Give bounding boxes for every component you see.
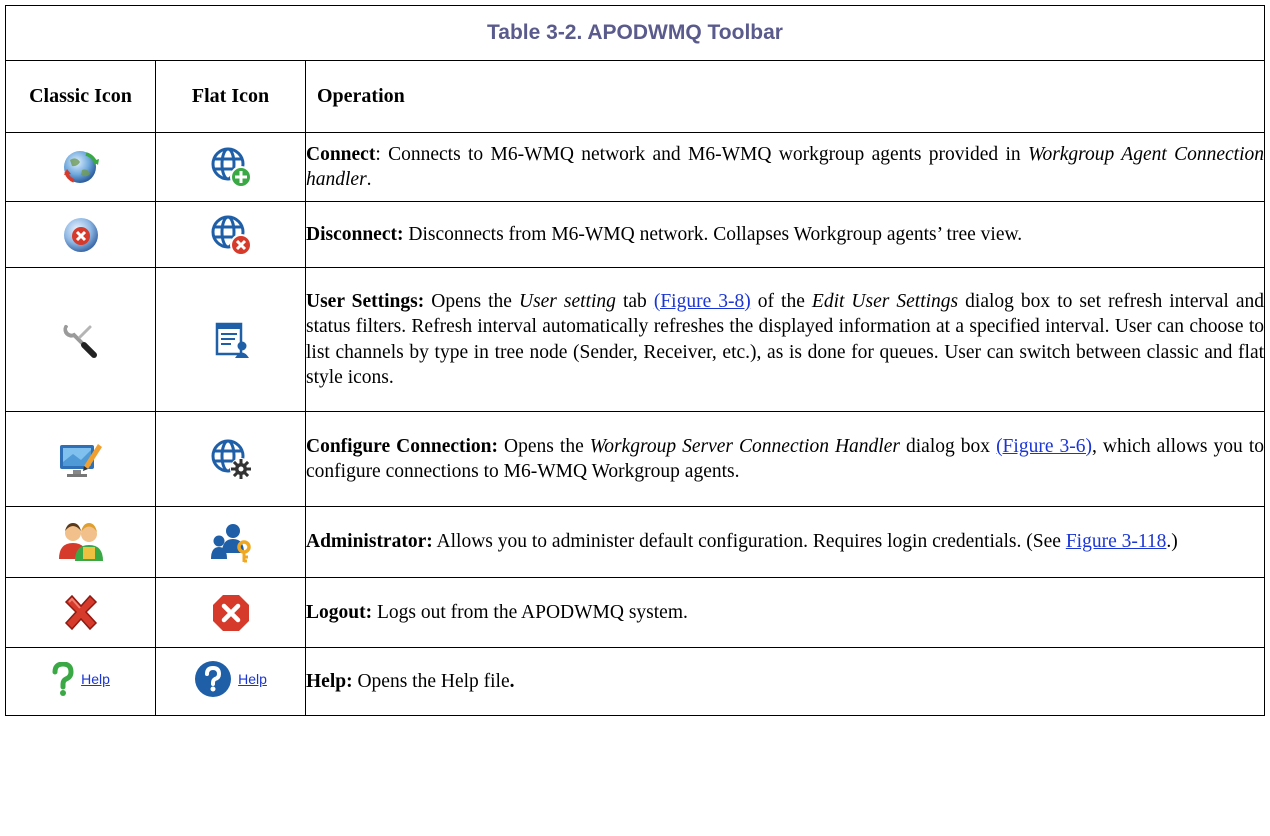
users-key-icon (210, 524, 251, 563)
operation-text: of the (750, 290, 812, 312)
classic-help-button[interactable]: Help (51, 662, 110, 696)
monitor-edit-icon (59, 444, 102, 477)
operation-cell: Disconnect: Disconnects from M6-WMQ netw… (304, 201, 1266, 268)
flat-icon-cell (155, 577, 306, 648)
operation-name: Logout: (306, 601, 373, 623)
figure-link[interactable]: Figure 3-118 (1066, 531, 1167, 552)
classic-icon-cell (5, 411, 156, 507)
table-row: Administrator: Allows you to administer … (5, 506, 1266, 578)
operation-text: Opens the (424, 290, 519, 312)
table-title: Table 3-2. APODWMQ Toolbar (487, 21, 783, 44)
operation-italic: Edit User Settings (811, 290, 959, 312)
flat-icon-cell (155, 201, 306, 268)
table-row: Help Help Help: Opens the Help file. (5, 647, 1266, 716)
question-circle-icon (195, 661, 232, 697)
header-classic-icon: Classic Icon (5, 60, 156, 133)
operation-text: Disconnects from M6-WMQ network. Collaps… (403, 223, 1023, 245)
user-settings-icon (215, 322, 249, 358)
figure-link[interactable]: (Figure 3-8) (654, 291, 751, 312)
operation-name: Configure Connection: (306, 435, 499, 457)
table-row: Configure Connection: Opens the Workgrou… (5, 411, 1266, 507)
operation-text: Logs out from the APODWMQ system. (372, 601, 688, 623)
operation-text: Connects to M6-WMQ network and M6-WMQ wo… (380, 143, 1028, 165)
question-icon (52, 662, 74, 696)
classic-icon-cell: Help (5, 647, 156, 716)
operation-cell: Administrator: Allows you to administer … (304, 506, 1266, 578)
classic-icon-cell (5, 132, 156, 202)
operation-cell: Connect: Connects to M6-WMQ network and … (304, 132, 1266, 202)
help-link[interactable]: Help (238, 671, 267, 687)
wrench-screwdriver-icon (62, 324, 97, 358)
operation-cell: Logout: Logs out from the APODWMQ system… (304, 577, 1266, 648)
classic-icon-cell (5, 506, 156, 578)
operation-text: .) (1166, 531, 1178, 553)
flat-icon-cell (155, 506, 306, 578)
flat-icon-cell (155, 267, 306, 412)
classic-icon-cell (5, 201, 156, 268)
help-link[interactable]: Help (81, 671, 110, 687)
operation-italic: Workgroup Server Connection Handler (589, 435, 900, 457)
flat-icon-cell (155, 132, 306, 202)
table-row: Disconnect: Disconnects from M6-WMQ netw… (5, 201, 1266, 268)
operation-text: . (366, 169, 372, 190)
table-row: Logout: Logs out from the APODWMQ system… (5, 577, 1266, 648)
globe-gear-icon (211, 439, 252, 480)
operation-italic: User setting (518, 290, 616, 312)
red-x-icon (64, 594, 97, 630)
header-operation: Operation (304, 60, 1266, 133)
figure-link[interactable]: (Figure 3-6) (996, 436, 1092, 457)
table-row: Connect: Connects to M6-WMQ network and … (5, 132, 1266, 202)
operation-name: Disconnect: (306, 223, 404, 245)
users-admin-icon (58, 523, 103, 561)
operation-name: User Settings: (306, 290, 425, 312)
classic-icon-cell (5, 577, 156, 648)
globe-x-icon (63, 217, 98, 252)
operation-cell: Help: Opens the Help file. (304, 647, 1266, 716)
toolbar-table: Table 3-2. APODWMQ Toolbar Classic Icon … (4, 5, 1266, 716)
flat-icon-cell: Help (155, 647, 306, 716)
globe-x-flat-icon (211, 215, 252, 256)
operation-text: dialog box (899, 435, 997, 457)
header-flat-icon: Flat Icon (155, 60, 306, 133)
table-title-cell: Table 3-2. APODWMQ Toolbar (4, 5, 1266, 61)
operation-name: Administrator: (306, 531, 433, 553)
operation-text: tab (615, 290, 654, 312)
operation-name: Connect (306, 143, 376, 165)
globe-refresh-icon (63, 151, 99, 183)
operation-cell: User Settings: Opens the User setting ta… (304, 267, 1266, 412)
operation-text: . (509, 670, 515, 692)
operation-text: Opens the (498, 435, 590, 457)
operation-cell: Configure Connection: Opens the Workgrou… (304, 411, 1266, 507)
red-circle-x-icon (212, 594, 249, 631)
classic-icon-cell (5, 267, 156, 412)
operation-text: Allows you to administer default configu… (432, 531, 1066, 553)
operation-text: Opens the Help file (352, 670, 510, 692)
globe-plus-icon (211, 147, 252, 188)
flat-help-button[interactable]: Help (194, 660, 267, 698)
flat-icon-cell (155, 411, 306, 507)
operation-name: Help: (306, 670, 353, 692)
table-row: User Settings: Opens the User setting ta… (5, 267, 1266, 412)
